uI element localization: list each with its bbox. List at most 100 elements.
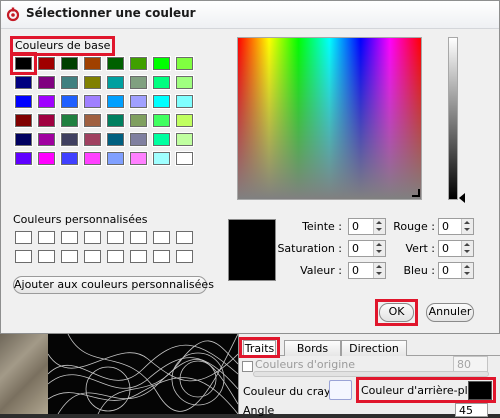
canvas-stroke-preview — [48, 334, 238, 414]
basic-color-swatch[interactable] — [84, 57, 101, 70]
basic-color-swatch[interactable] — [176, 152, 193, 165]
basic-color-swatch[interactable] — [107, 95, 124, 108]
basic-color-swatch[interactable] — [15, 95, 32, 108]
luminance-slider[interactable] — [448, 37, 458, 200]
basic-color-swatch[interactable] — [130, 152, 147, 165]
custom-color-swatch[interactable] — [61, 250, 78, 263]
blue-spin-buttons[interactable] — [461, 263, 473, 278]
basic-color-swatch[interactable] — [153, 133, 170, 146]
dialog-title: Sélectionner une couleur — [26, 6, 196, 20]
basic-color-swatch[interactable] — [153, 114, 170, 127]
basic-color-swatch[interactable] — [107, 133, 124, 146]
hue-spin-buttons[interactable] — [373, 219, 385, 234]
tab-bords[interactable]: Bords — [284, 340, 341, 356]
basic-color-swatch[interactable] — [176, 57, 193, 70]
basic-color-swatch[interactable] — [107, 114, 124, 127]
custom-color-swatch[interactable] — [153, 231, 170, 244]
saturation-label: Saturation : — [277, 242, 342, 255]
basic-color-swatch[interactable] — [130, 76, 147, 89]
basic-color-swatch[interactable] — [84, 152, 101, 165]
basic-color-swatch[interactable] — [38, 95, 55, 108]
custom-color-swatch[interactable] — [153, 250, 170, 263]
custom-color-swatch[interactable] — [38, 231, 55, 244]
luminance-slider-handle[interactable] — [459, 193, 465, 203]
custom-color-swatch[interactable] — [15, 250, 32, 263]
basic-color-swatch[interactable] — [15, 133, 32, 146]
ok-button[interactable]: OK — [379, 303, 414, 322]
custom-color-swatch[interactable] — [84, 250, 101, 263]
green-spinbox[interactable]: 0 — [438, 240, 474, 257]
saturation-value: 0 — [352, 242, 359, 255]
origin-colors-spinbox[interactable]: 80 — [453, 356, 488, 372]
tab-direction[interactable]: Direction — [341, 340, 407, 356]
origin-colors-checkbox[interactable] — [242, 361, 253, 372]
green-spin-buttons[interactable] — [461, 241, 473, 256]
basic-color-swatch[interactable] — [61, 114, 78, 127]
blue-spinbox[interactable]: 0 — [438, 262, 474, 279]
custom-color-swatch[interactable] — [107, 231, 124, 244]
custom-color-swatch[interactable] — [176, 250, 193, 263]
basic-color-swatch[interactable] — [84, 133, 101, 146]
red-spin-buttons[interactable] — [461, 219, 473, 234]
basic-color-swatch[interactable] — [84, 95, 101, 108]
custom-color-swatch[interactable] — [84, 231, 101, 244]
green-value: 0 — [442, 242, 449, 255]
add-custom-color-button[interactable]: Ajouter aux couleurs personnalisées — [13, 276, 214, 294]
basic-color-swatch[interactable] — [38, 57, 55, 70]
basic-color-swatch[interactable] — [61, 57, 78, 70]
angle-spinbox[interactable]: 45 — [455, 403, 488, 417]
custom-color-swatch[interactable] — [176, 231, 193, 244]
basic-color-swatch[interactable] — [61, 152, 78, 165]
value-spinbox[interactable]: 0 — [348, 262, 386, 279]
basic-color-swatch[interactable] — [15, 152, 32, 165]
hue-spinbox[interactable]: 0 — [348, 218, 386, 235]
red-spinbox[interactable]: 0 — [438, 218, 474, 235]
basic-color-swatch[interactable] — [153, 95, 170, 108]
basic-color-swatch[interactable] — [153, 57, 170, 70]
custom-color-swatch[interactable] — [15, 231, 32, 244]
custom-color-swatch[interactable] — [130, 231, 147, 244]
spectrum-crosshair[interactable] — [412, 189, 420, 197]
basic-color-swatch[interactable] — [38, 133, 55, 146]
saturation-spinbox[interactable]: 0 — [348, 240, 386, 257]
basic-color-swatch[interactable] — [176, 114, 193, 127]
background-color-swatch[interactable] — [468, 381, 492, 400]
tab-traits-highlight — [239, 337, 280, 358]
basic-color-swatch[interactable] — [130, 133, 147, 146]
stroke-pattern-graphic — [48, 334, 238, 414]
hue-saturation-spectrum[interactable] — [237, 37, 422, 200]
gimp-wilber-icon — [6, 7, 20, 22]
custom-color-swatch[interactable] — [130, 250, 147, 263]
basic-color-swatch[interactable] — [130, 57, 147, 70]
pen-color-swatch[interactable] — [329, 380, 352, 400]
basic-color-swatch[interactable] — [153, 76, 170, 89]
basic-color-swatch[interactable] — [130, 114, 147, 127]
canvas-texture — [0, 334, 48, 414]
basic-color-swatch[interactable] — [15, 76, 32, 89]
basic-color-swatch[interactable] — [176, 95, 193, 108]
basic-color-swatch[interactable] — [176, 133, 193, 146]
basic-color-swatch[interactable] — [107, 76, 124, 89]
basic-color-swatch[interactable] — [107, 57, 124, 70]
custom-color-swatch[interactable] — [38, 250, 55, 263]
basic-color-swatch[interactable] — [38, 76, 55, 89]
basic-color-swatch[interactable] — [130, 95, 147, 108]
basic-color-swatch[interactable] — [153, 152, 170, 165]
basic-color-swatch[interactable] — [176, 76, 193, 89]
basic-color-swatch[interactable] — [38, 152, 55, 165]
custom-colors-label: Couleurs personnalisées — [13, 213, 148, 226]
value-spin-buttons[interactable] — [373, 263, 385, 278]
cancel-button[interactable]: Annuler — [426, 303, 474, 322]
blue-value: 0 — [442, 264, 449, 277]
basic-color-swatch[interactable] — [107, 152, 124, 165]
basic-color-swatch[interactable] — [84, 114, 101, 127]
basic-color-swatch[interactable] — [61, 76, 78, 89]
custom-color-swatch[interactable] — [107, 250, 124, 263]
basic-color-swatch[interactable] — [15, 114, 32, 127]
custom-color-swatch[interactable] — [61, 231, 78, 244]
basic-color-swatch[interactable] — [38, 114, 55, 127]
saturation-spin-buttons[interactable] — [373, 241, 385, 256]
basic-color-swatch[interactable] — [61, 133, 78, 146]
basic-color-swatch[interactable] — [61, 95, 78, 108]
basic-color-swatch[interactable] — [84, 76, 101, 89]
